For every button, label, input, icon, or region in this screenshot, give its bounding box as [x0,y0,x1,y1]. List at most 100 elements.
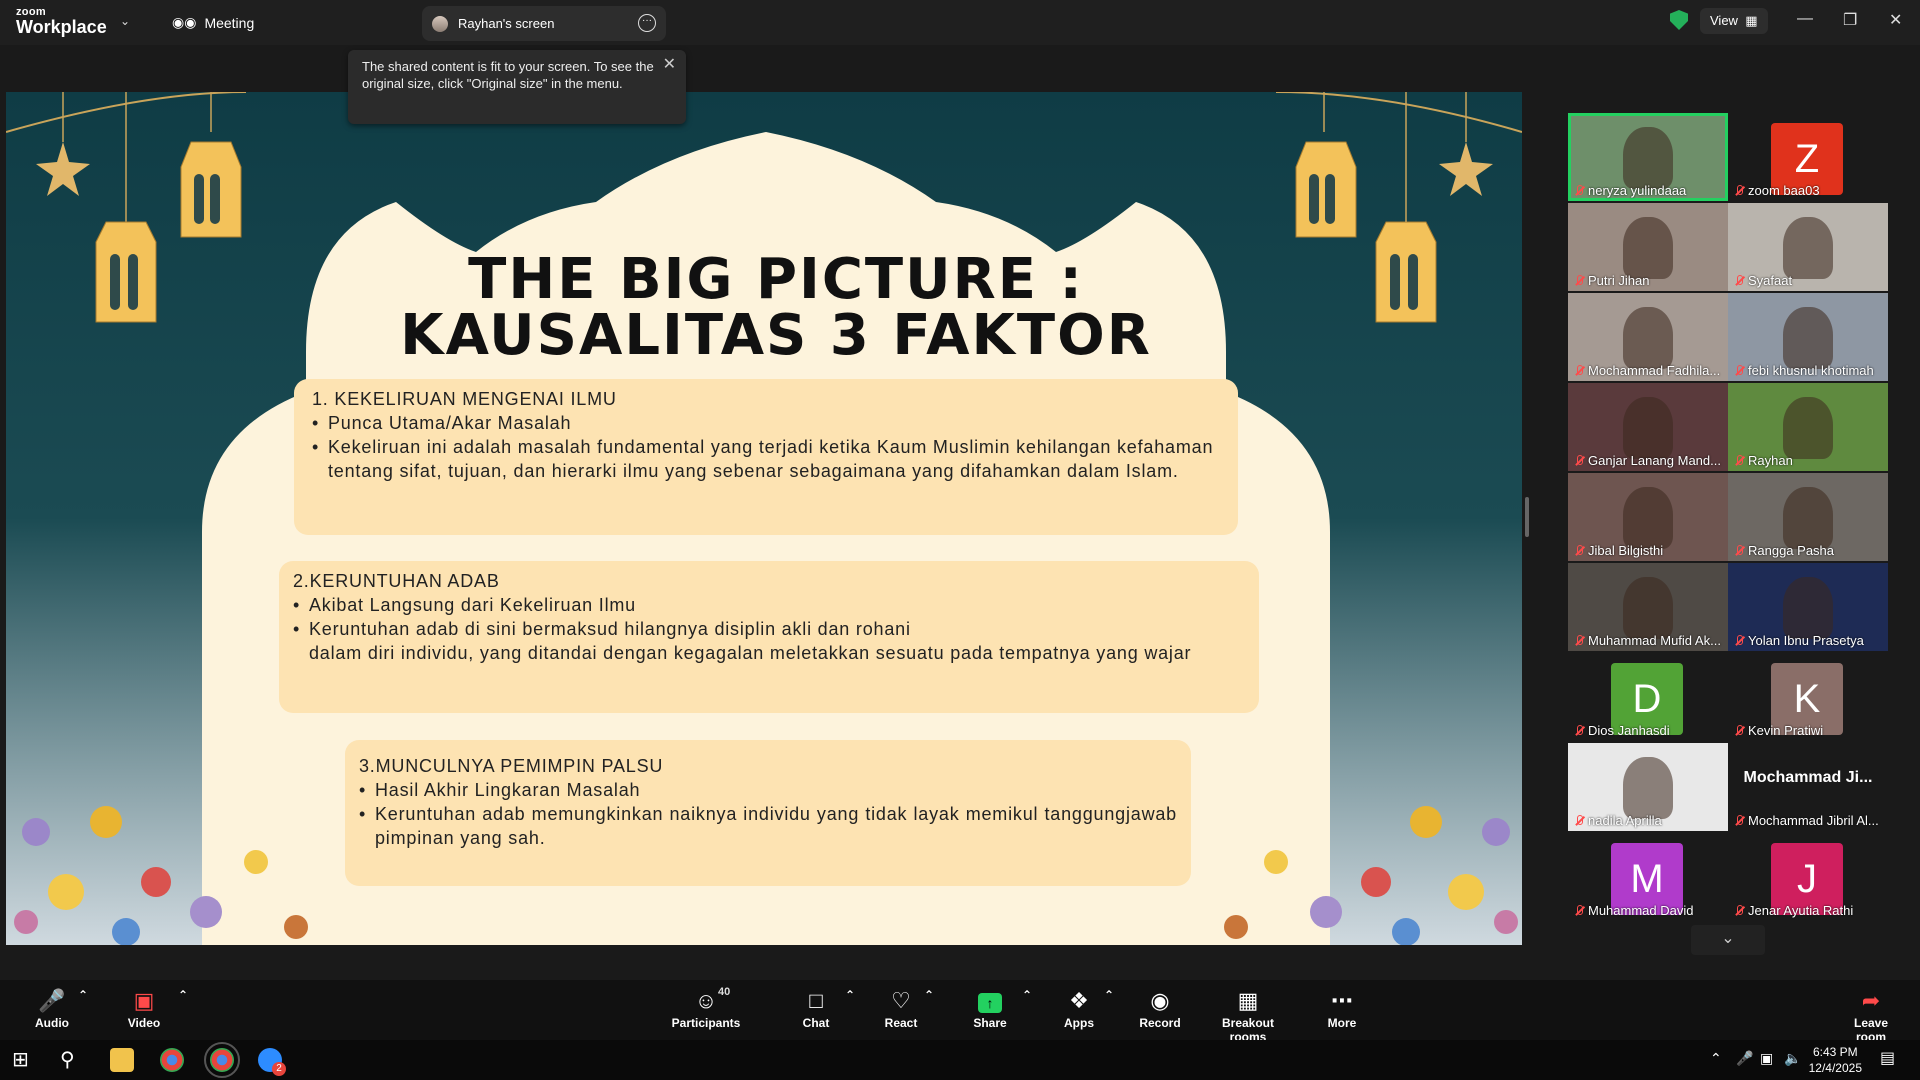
chat-button[interactable]: □ Chat [796,988,836,1030]
tray-chevron-icon[interactable]: ⌃ [1710,1050,1722,1067]
mic-muted-icon [1574,724,1584,737]
participants-button[interactable]: ☺ 40 Participants [668,986,744,1030]
participant-name-label: febi khusnul khotimah [1734,363,1874,378]
participant-tile[interactable]: Yolan Ibnu Prasetya [1728,563,1888,651]
participant-video [1623,487,1673,549]
participant-video [1783,397,1833,459]
participant-name-label: neryza yulindaaa [1574,183,1686,198]
close-icon[interactable]: ✕ [663,56,676,73]
participant-tile[interactable]: M Muhammad David [1568,833,1728,921]
mic-off-icon: 🎤 [38,988,66,1013]
participant-video [1783,487,1833,549]
participant-name-label: Ganjar Lanang Mand... [1574,453,1721,468]
shared-screen: THE BIG PICTURE : KAUSALITAS 3 FAKTOR 1.… [6,92,1522,945]
participant-video [1783,307,1833,369]
participants-icon: ☺ [694,988,718,1013]
minimize-icon[interactable]: — [1797,10,1813,28]
participant-tile[interactable]: Zzoom baa03 [1728,113,1888,201]
slide-title: THE BIG PICTURE : KAUSALITAS 3 FAKTOR [400,247,1152,368]
participant-name-label: Dios Janhasdi [1574,723,1670,738]
search-icon[interactable]: ⚲ [60,1048,84,1072]
participant-tile[interactable]: K Kevin Pratiwi [1728,653,1888,741]
app-logo[interactable]: zoom Workplace [16,7,107,37]
mic-muted-icon [1574,904,1584,917]
gallery-scroll-down-button[interactable]: ⌄ [1691,925,1765,955]
presenter-avatar [432,15,448,32]
participant-tile[interactable]: D Dios Janhasdi [1568,653,1728,741]
record-button[interactable]: ◉ Record [1138,988,1182,1030]
participant-video [1623,577,1673,639]
participant-video [1623,307,1673,369]
view-button[interactable]: View ▦ [1700,8,1768,34]
mic-muted-icon [1734,364,1744,377]
mic-muted-icon [1574,544,1584,557]
network-icon[interactable]: ▣ [1760,1050,1773,1067]
audio-button[interactable]: 🎤 Audio [28,988,76,1030]
chrome-icon[interactable] [160,1048,184,1072]
encryption-shield-icon[interactable] [1670,10,1688,30]
participant-tile[interactable]: Rayhan [1728,383,1888,471]
system-clock[interactable]: 6:43 PM 12/4/2025 [1809,1044,1862,1076]
participant-tile[interactable]: Mochammad Fadhila... [1568,293,1728,381]
chrome-active-icon[interactable] [204,1042,240,1078]
participant-tile[interactable]: Syafaat [1728,203,1888,291]
slide-section-2: 2.KERUNTUHAN ADAB Akibat Langsung dari K… [279,561,1259,713]
leave-icon: ➦ [1861,988,1881,1013]
mic-muted-icon [1574,364,1584,377]
restore-icon[interactable]: ❐ [1843,10,1857,30]
chevron-down-icon[interactable]: ⌄ [120,14,130,28]
participant-name-label: Syafaat [1734,273,1792,288]
apps-options-caret[interactable]: ⌃ [1104,988,1114,1002]
slide-section-3: 3.MUNCULNYA PEMIMPIN PALSU Hasil Akhir L… [345,740,1191,886]
participant-name-label: Putri Jihan [1574,273,1649,288]
apps-button[interactable]: ❖ Apps [1060,988,1098,1030]
more-options-icon[interactable]: ··· [638,14,656,32]
close-icon[interactable]: ✕ [1889,10,1902,30]
participant-name-label: Muhammad Mufid Ak... [1574,633,1721,648]
participant-tile[interactable]: nadila Aprilla [1568,743,1728,831]
react-button[interactable]: ♡ React [880,988,922,1030]
participant-tile[interactable]: Mochammad Ji... Mochammad Jibril Al... [1728,743,1888,831]
zoom-taskbar-icon[interactable]: 2 [258,1048,286,1076]
participant-tile[interactable]: Rangga Pasha [1728,473,1888,561]
mic-muted-icon [1734,274,1744,287]
mic-muted-icon [1574,454,1584,467]
meeting-tab[interactable]: ◉◉ Meeting [172,14,254,31]
audio-options-caret[interactable]: ⌃ [78,988,88,1002]
participant-name-label: Mochammad Jibril Al... [1734,813,1879,828]
chat-options-caret[interactable]: ⌃ [845,988,855,1002]
more-button[interactable]: ⋯ More [1322,988,1362,1030]
participant-name-label: Jenar Ayutia Rathi [1734,903,1853,918]
participant-video [1623,127,1673,189]
leave-room-button[interactable]: ➦ Leave room [1838,988,1904,1044]
video-button[interactable]: ▣ Video [120,988,168,1030]
mic-muted-icon [1574,814,1584,827]
participant-tile[interactable]: neryza yulindaaa [1568,113,1728,201]
shared-screen-tab[interactable]: Rayhan's screen ··· [422,6,666,41]
participant-tile[interactable]: Ganjar Lanang Mand... [1568,383,1728,471]
fit-to-screen-tooltip: The shared content is fit to your screen… [348,50,686,124]
participant-tile[interactable]: Jibal Bilgisthi [1568,473,1728,561]
participant-video [1623,757,1673,819]
share-button[interactable]: ↑ Share [968,988,1012,1030]
notifications-icon[interactable]: ▤ [1880,1048,1895,1068]
react-options-caret[interactable]: ⌃ [924,988,934,1002]
mic-muted-icon [1574,634,1584,647]
participant-name-label: Mochammad Fadhila... [1574,363,1720,378]
file-explorer-icon[interactable] [110,1048,134,1072]
participant-tile[interactable]: febi khusnul khotimah [1728,293,1888,381]
share-screen-icon: ↑ [978,993,1002,1013]
participant-tile[interactable]: Putri Jihan [1568,203,1728,291]
title-bar: zoom Workplace ⌄ ◉◉ Meeting Rayhan's scr… [0,0,1920,45]
participant-tile[interactable]: Muhammad Mufid Ak... [1568,563,1728,651]
split-resize-handle[interactable] [1525,497,1529,537]
mic-muted-icon [1734,454,1744,467]
chat-icon: □ [809,988,823,1013]
video-options-caret[interactable]: ⌃ [178,988,188,1002]
breakout-rooms-button[interactable]: ▦ Breakout rooms [1204,988,1292,1044]
windows-start-icon[interactable]: ⊞ [12,1048,36,1072]
tray-mic-icon[interactable]: 🎤 [1736,1050,1753,1067]
share-options-caret[interactable]: ⌃ [1022,988,1032,1002]
participant-tile[interactable]: J Jenar Ayutia Rathi [1728,833,1888,921]
volume-icon[interactable]: 🔈 [1784,1050,1801,1067]
